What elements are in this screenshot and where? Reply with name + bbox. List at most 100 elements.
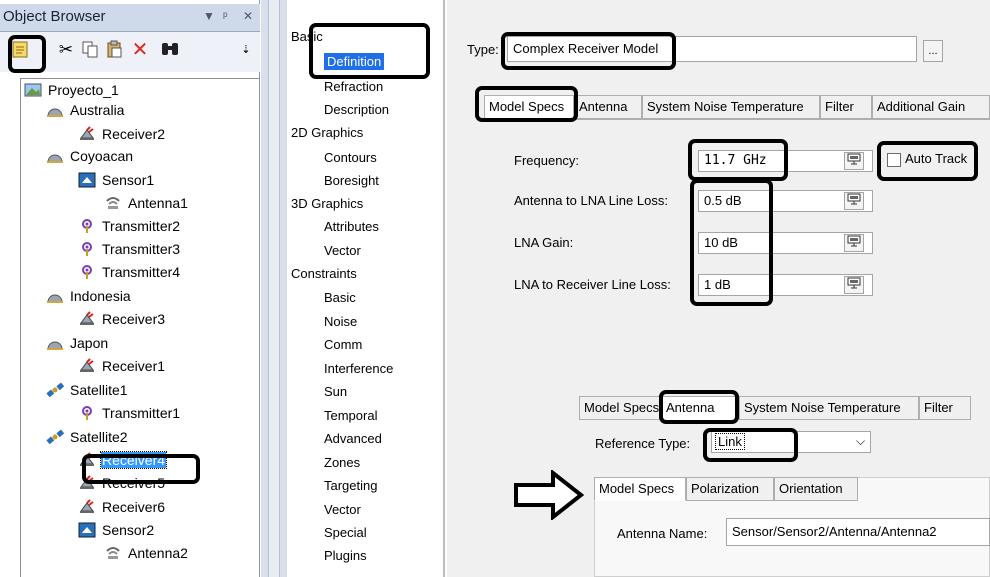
- tree-item[interactable]: Australia: [45, 99, 125, 119]
- delete-icon[interactable]: ✕: [130, 40, 150, 60]
- facility-icon: [45, 288, 65, 304]
- tree-item[interactable]: Japon: [45, 332, 109, 352]
- tree-item-label: Indonesia: [70, 288, 131, 305]
- category-item-label: 2D Graphics: [291, 125, 364, 140]
- facility-icon: [45, 335, 65, 351]
- tree-item[interactable]: Satellite1: [45, 379, 129, 399]
- tree-item[interactable]: Receiver5: [77, 472, 166, 492]
- unit-selector-icon[interactable]: [844, 234, 864, 252]
- satellite-icon: [45, 382, 65, 398]
- transmitter-icon: [77, 218, 97, 234]
- sub-tab-orientation[interactable]: Orientation: [774, 477, 858, 501]
- antenna-name-field[interactable]: Sensor/Sensor2/Antenna/Antenna2: [726, 518, 990, 546]
- tab-antenna[interactable]: Antenna: [574, 95, 642, 119]
- auto-track-check-box[interactable]: [887, 152, 901, 167]
- sub-tab-model-specs[interactable]: Model Specs: [594, 477, 686, 501]
- category-item[interactable]: Attributes: [324, 217, 379, 237]
- auto-track-checkbox[interactable]: Auto Track: [887, 151, 967, 167]
- tree-item[interactable]: Coyoacan: [45, 145, 134, 165]
- type-field[interactable]: Complex Receiver Model: [507, 36, 917, 62]
- cut-icon[interactable]: ✂: [56, 40, 76, 60]
- receiver-icon: [77, 452, 97, 468]
- find-icon[interactable]: [160, 40, 180, 60]
- category-item[interactable]: Basic: [291, 27, 323, 47]
- field-label: LNA Gain:: [514, 235, 574, 250]
- splitter-handle[interactable]: [268, 0, 280, 577]
- tree-item-label: Receiver5: [102, 475, 166, 492]
- tab-model-specs[interactable]: Model Specs: [484, 95, 574, 119]
- category-item[interactable]: Constraints: [291, 264, 357, 284]
- tree-item[interactable]: Receiver1: [77, 355, 166, 375]
- reference-type-label: Reference Type:: [595, 436, 691, 451]
- tree-item[interactable]: Transmitter1: [77, 402, 181, 422]
- overflow-icon[interactable]: ⇣: [236, 40, 256, 60]
- dropdown-arrow-icon[interactable]: ▼: [203, 9, 215, 23]
- tree-item[interactable]: Transmitter3: [77, 238, 181, 258]
- category-item[interactable]: Advanced: [324, 429, 382, 449]
- tree-item[interactable]: Antenna2: [103, 542, 189, 562]
- category-item[interactable]: Definition: [324, 52, 385, 72]
- tree-item[interactable]: Transmitter4: [77, 261, 181, 281]
- category-item[interactable]: Boresight: [324, 171, 379, 191]
- tree-item[interactable]: Sensor1: [77, 169, 155, 189]
- copy-icon[interactable]: [80, 40, 100, 60]
- arrow-right-icon: [514, 470, 585, 520]
- pin-icon[interactable]: ᵖ: [223, 9, 228, 23]
- receiver-icon: [77, 358, 97, 374]
- inset-tab-filter[interactable]: Filter: [919, 396, 971, 420]
- tab-filter[interactable]: Filter: [820, 95, 872, 119]
- sensor-icon: [77, 522, 97, 538]
- category-item[interactable]: Noise: [324, 312, 357, 332]
- chevron-down-icon[interactable]: ⌵: [856, 434, 865, 449]
- unit-selector-icon[interactable]: [844, 192, 864, 210]
- category-item-label: Boresight: [324, 173, 379, 188]
- type-browse-button[interactable]: ...: [923, 40, 943, 62]
- category-item[interactable]: 2D Graphics: [291, 123, 363, 143]
- tree-item[interactable]: Sensor2: [77, 519, 155, 539]
- tree-item[interactable]: Receiver6: [77, 496, 166, 516]
- category-item[interactable]: Description: [324, 100, 389, 120]
- category-item[interactable]: Vector: [324, 241, 361, 261]
- close-icon[interactable]: ✕: [243, 9, 253, 23]
- facility-icon: [45, 148, 65, 164]
- category-item[interactable]: 3D Graphics: [291, 194, 363, 214]
- tab-system-noise-temperature[interactable]: System Noise Temperature: [642, 95, 820, 119]
- tree-item[interactable]: Antenna1: [103, 192, 189, 212]
- category-item[interactable]: Comm: [324, 335, 362, 355]
- category-item[interactable]: Basic: [324, 288, 356, 308]
- tree-item-label: Japon: [70, 335, 109, 352]
- category-item[interactable]: Refraction: [324, 77, 383, 97]
- paste-icon[interactable]: [104, 40, 124, 60]
- category-item[interactable]: Plugins: [324, 546, 367, 566]
- category-item-label: Special: [324, 525, 367, 540]
- tree-item[interactable]: Receiver4: [77, 449, 168, 470]
- unit-selector-icon[interactable]: [844, 276, 864, 294]
- new-object-icon[interactable]: [10, 40, 30, 60]
- tree-item[interactable]: Transmitter2: [77, 215, 181, 235]
- tree-item[interactable]: Satellite2: [45, 426, 129, 446]
- antenna-name-label: Antenna Name:: [617, 526, 708, 541]
- facility-icon: [45, 102, 65, 118]
- tree-item[interactable]: Receiver3: [77, 308, 166, 328]
- category-item[interactable]: Interference: [324, 359, 393, 379]
- category-item[interactable]: Zones: [324, 453, 360, 473]
- tree-item-label: Receiver3: [102, 311, 166, 328]
- inset-tab-model-specs[interactable]: Model Specs: [579, 396, 661, 420]
- category-item[interactable]: Sun: [324, 382, 347, 402]
- category-item[interactable]: Targeting: [324, 476, 377, 496]
- category-item-label: 3D Graphics: [291, 196, 364, 211]
- category-item[interactable]: Special: [324, 523, 367, 543]
- sub-tab-polarization[interactable]: Polarization: [686, 477, 774, 501]
- tree-item[interactable]: Indonesia: [45, 285, 132, 305]
- reference-type-select[interactable]: Link ⌵: [711, 431, 871, 453]
- category-item[interactable]: Temporal: [324, 406, 377, 426]
- inset-tab-system-noise-temperature[interactable]: System Noise Temperature: [739, 396, 919, 420]
- tree-item[interactable]: Proyecto_1: [23, 79, 120, 99]
- tree-item[interactable]: Receiver2: [77, 123, 166, 143]
- inset-tab-antenna[interactable]: Antenna: [661, 396, 739, 420]
- category-item[interactable]: Contours: [324, 148, 377, 168]
- unit-selector-icon[interactable]: [844, 152, 864, 170]
- category-item[interactable]: Vector: [324, 500, 361, 520]
- category-item-label: Refraction: [324, 79, 384, 94]
- tab-additional-gain[interactable]: Additional Gain: [872, 95, 990, 119]
